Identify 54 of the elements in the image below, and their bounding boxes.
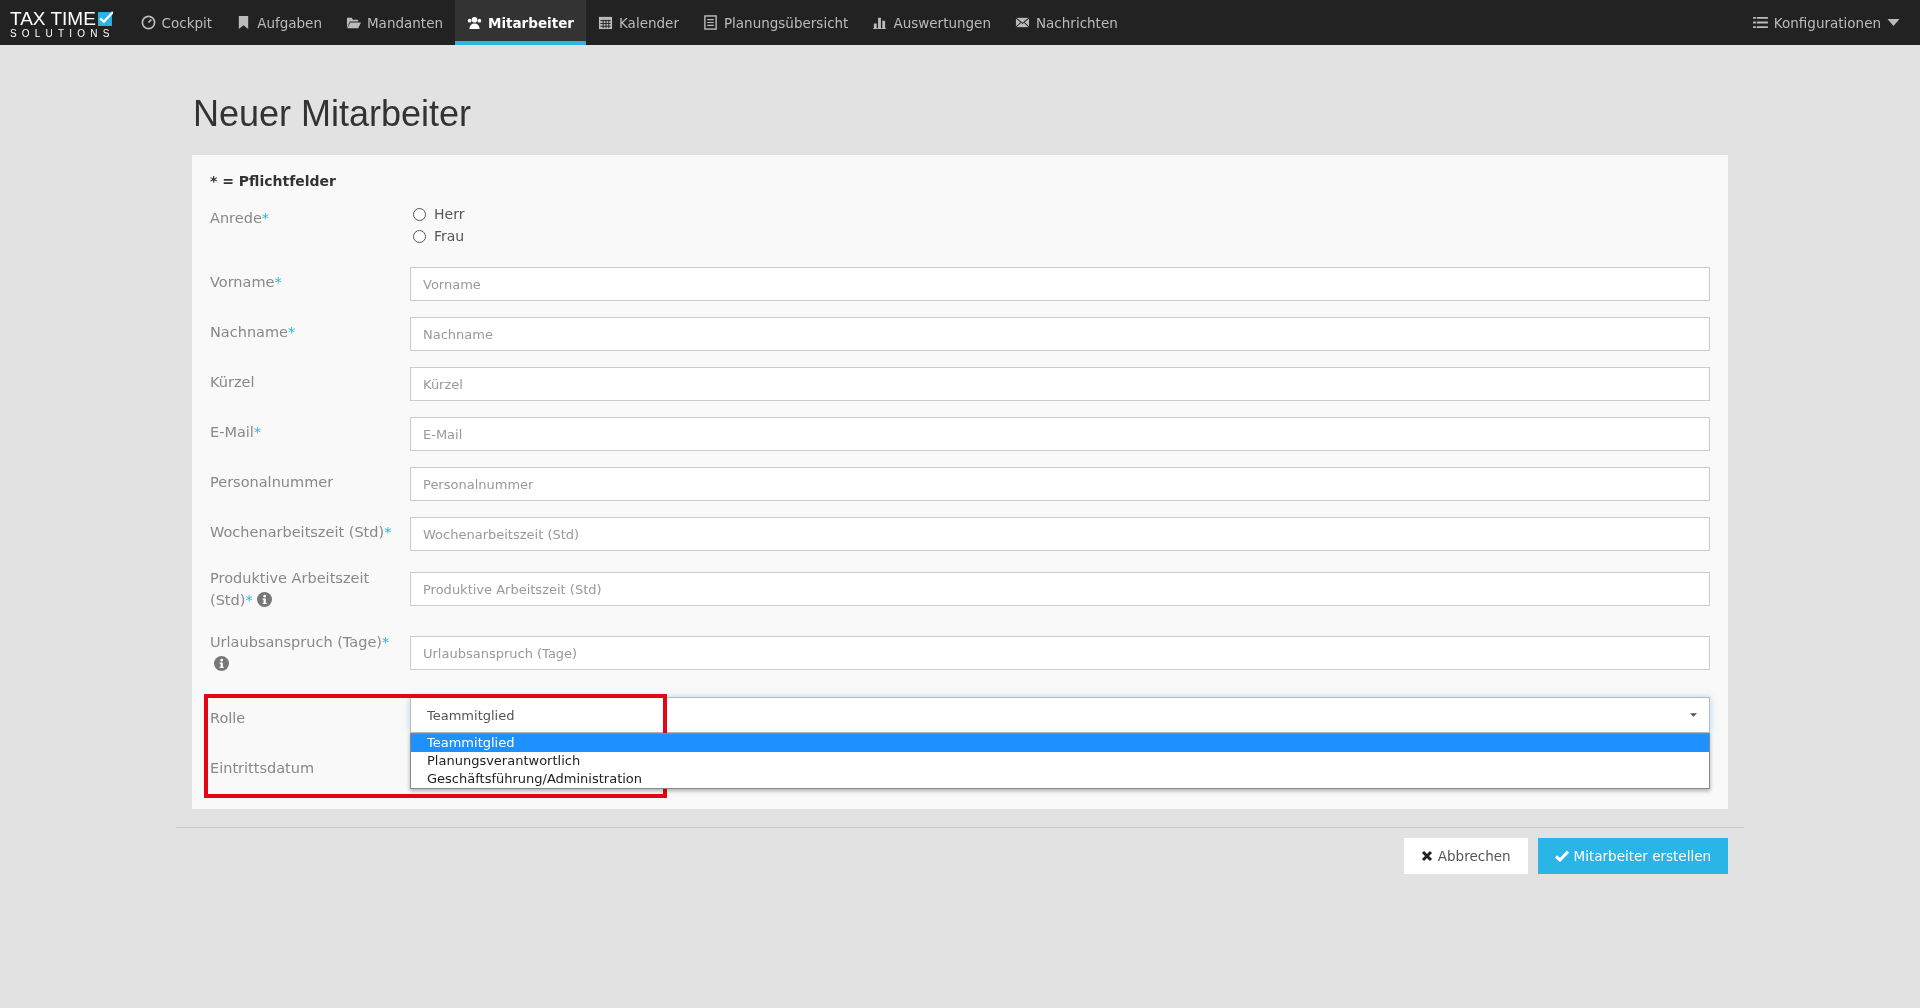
field-label: Nachname* [210,323,297,342]
envelope-icon [1015,15,1030,30]
nav-tab[interactable]: Auswertungen [860,0,1003,45]
nav-tab[interactable]: Cockpit [128,0,225,45]
dropdown-option[interactable]: Geschäftsführung/Administration [411,770,1709,788]
text-input-field[interactable]: Wochenarbeitszeit (Std) [410,517,1710,551]
field-label: Rolle [210,709,247,728]
brand-logo[interactable]: TAX TIME SOLUTIONS [0,0,129,45]
configuration-menu[interactable]: Konfigurationen [1752,0,1920,45]
caret-down-icon [1690,713,1697,717]
radio-option[interactable]: Frau [413,225,1710,247]
folder-icon [345,15,361,30]
radio-option[interactable]: Herr [413,203,1710,225]
field-label: Eintrittsdatum [210,759,316,778]
brand-name: TAX TIME [10,9,96,28]
text-input-field[interactable]: Personalnummer [410,467,1710,501]
nav-tab[interactable]: Nachrichten [1003,0,1130,45]
cancel-button[interactable]: Abbrechen [1403,838,1528,874]
field-label: Wochenarbeitszeit (Std)* [210,523,393,542]
caret-down-icon [1887,19,1900,26]
nav-tab[interactable]: Mandanten [333,0,455,45]
users-icon [467,15,482,30]
calendar-icon [598,15,613,30]
text-input-field[interactable]: E-Mail [410,417,1710,451]
text-input-field[interactable]: Urlaubsanspruch (Tage) [410,636,1710,670]
gauge-icon [140,15,156,30]
field-label: E-Mail* [210,423,263,442]
text-input-field[interactable]: Kürzel [410,367,1710,401]
info-icon[interactable] [256,592,272,607]
field-label: Kürzel [210,373,256,392]
field-label: Produktive Arbeitszeit (Std)* [210,569,371,610]
text-input-field[interactable]: Nachname [410,317,1710,351]
field-label: Urlaubsanspruch (Tage)* [210,631,410,675]
nav-tab[interactable]: Kalender [586,0,691,45]
info-icon[interactable] [214,656,229,671]
bar-chart-icon [872,15,888,30]
text-input-field[interactable]: Vorname [410,267,1710,301]
field-label: Vorname* [210,273,283,292]
document-list-icon [702,15,718,30]
nav-tab[interactable]: Planungsübersicht [690,0,861,45]
dropdown-option[interactable]: Planungsverantwortlich [411,752,1709,770]
nav-tab[interactable]: Mitarbeiter [455,0,586,45]
role-select[interactable]: Teammitglied [410,697,1710,733]
nav-tab[interactable]: Aufgaben [224,0,334,45]
close-icon [1420,850,1433,862]
list-icon [1752,16,1768,29]
page-title: Neuer Mitarbeiter [192,92,473,136]
checkbox-logo-icon [97,11,113,26]
field-label: Anrede* [210,209,271,228]
brand-subtitle: SOLUTIONS [10,28,115,39]
text-input-field[interactable]: Produktive Arbeitszeit (Std) [410,572,1710,606]
required-fields-note: * = Pflichtfelder [210,173,337,189]
checkmark-icon [1554,850,1569,862]
field-label: Personalnummer [210,473,335,492]
